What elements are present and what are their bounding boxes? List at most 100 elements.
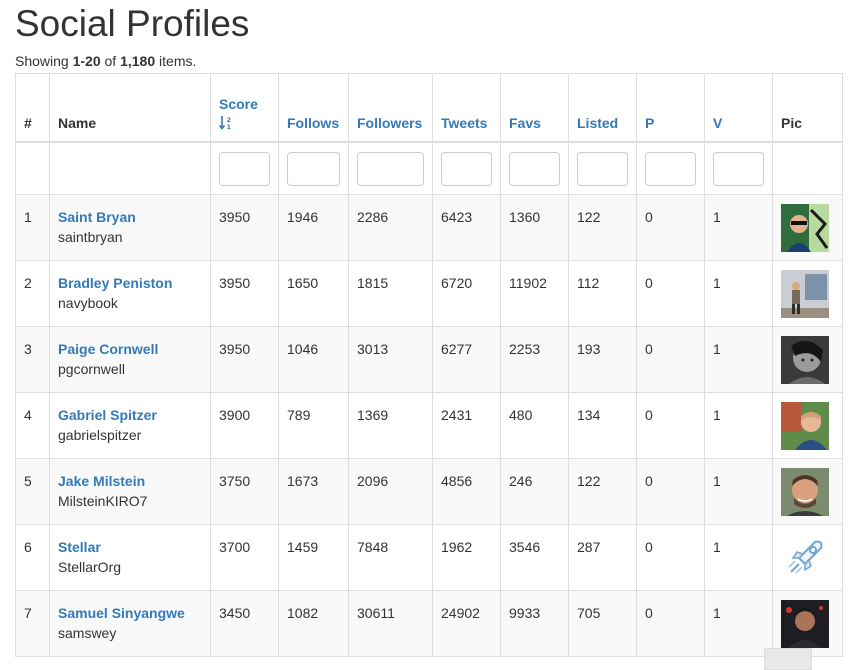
col-header-score[interactable]: Score 2 1	[210, 73, 279, 143]
filter-p-input[interactable]	[645, 151, 696, 186]
row-name-cell: Samuel Sinyangwe samswey	[49, 590, 211, 657]
partial-next-row-avatar	[764, 648, 812, 670]
row-follows: 1673	[278, 458, 349, 525]
row-listed: 122	[568, 458, 637, 525]
sort-follows-link[interactable]: Follows	[287, 115, 339, 131]
row-favs: 11902	[500, 260, 569, 327]
profile-name-link[interactable]: Stellar	[58, 537, 202, 557]
row-name-cell: Jake Milstein MilsteinKIRO7	[49, 458, 211, 525]
row-follows: 789	[278, 392, 349, 459]
col-header-v[interactable]: V	[704, 73, 773, 143]
row-num: 2	[15, 260, 50, 327]
table-row: 1 Saint Bryan saintbryan 3950 1946 2286 6…	[15, 194, 843, 261]
row-tweets: 6277	[432, 326, 501, 393]
filter-follows-input[interactable]	[287, 151, 340, 186]
summary-text: Showing 1-20 of 1,180 items.	[15, 53, 197, 69]
sort-v-link[interactable]: V	[713, 115, 722, 131]
sort-favs-link[interactable]: Favs	[509, 115, 541, 131]
profile-handle: navybook	[58, 295, 118, 311]
row-follows: 1946	[278, 194, 349, 261]
profile-name-link[interactable]: Gabriel Spitzer	[58, 405, 202, 425]
summary-range: 1-20	[72, 53, 101, 69]
row-name-cell: Saint Bryan saintbryan	[49, 194, 211, 261]
row-p: 0	[636, 194, 705, 261]
col-header-follows[interactable]: Follows	[278, 73, 349, 143]
filter-tweets-input[interactable]	[441, 151, 492, 186]
row-p: 0	[636, 590, 705, 657]
row-num: 6	[15, 524, 50, 591]
filter-followers-input[interactable]	[357, 151, 424, 186]
svg-text:1: 1	[227, 123, 232, 131]
row-followers: 2286	[348, 194, 433, 261]
profiles-table: # Name Score 2 1 Follows Followers Tweet…	[15, 73, 843, 657]
row-p: 0	[636, 458, 705, 525]
sort-followers-link[interactable]: Followers	[357, 115, 422, 131]
row-followers: 1815	[348, 260, 433, 327]
profile-name-link[interactable]: Jake Milstein	[58, 471, 202, 491]
row-followers: 3013	[348, 326, 433, 393]
row-follows: 1082	[278, 590, 349, 657]
profile-handle: samswey	[58, 625, 117, 641]
row-num: 1	[15, 194, 50, 261]
sort-score-link[interactable]: Score 2 1	[219, 96, 258, 131]
row-follows: 1046	[278, 326, 349, 393]
row-listed: 193	[568, 326, 637, 393]
row-listed: 134	[568, 392, 637, 459]
row-tweets: 1962	[432, 524, 501, 591]
row-num: 5	[15, 458, 50, 525]
col-header-tweets[interactable]: Tweets	[432, 73, 501, 143]
row-tweets: 2431	[432, 392, 501, 459]
row-favs: 1360	[500, 194, 569, 261]
row-listed: 112	[568, 260, 637, 327]
row-tweets: 6423	[432, 194, 501, 261]
sort-p-link[interactable]: P	[645, 115, 654, 131]
row-v: 1	[704, 590, 773, 657]
row-followers: 1369	[348, 392, 433, 459]
profile-handle: saintbryan	[58, 229, 123, 245]
row-favs: 2253	[500, 326, 569, 393]
row-score: 3950	[210, 194, 279, 261]
row-name-cell: Paige Cornwell pgcornwell	[49, 326, 211, 393]
profile-name-link[interactable]: Bradley Peniston	[58, 273, 202, 293]
filter-favs-input[interactable]	[509, 151, 560, 186]
row-follows: 1650	[278, 260, 349, 327]
sort-listed-link[interactable]: Listed	[577, 115, 618, 131]
profile-handle: pgcornwell	[58, 361, 125, 377]
profile-avatar[interactable]	[781, 336, 829, 384]
col-header-favs[interactable]: Favs	[500, 73, 569, 143]
row-p: 0	[636, 524, 705, 591]
row-listed: 122	[568, 194, 637, 261]
table-row: 3 Paige Cornwell pgcornwell 3950 1046 301…	[15, 326, 843, 393]
row-tweets: 24902	[432, 590, 501, 657]
profile-avatar[interactable]	[781, 204, 829, 252]
row-score: 3950	[210, 326, 279, 393]
row-score: 3700	[210, 524, 279, 591]
col-header-listed[interactable]: Listed	[568, 73, 637, 143]
profile-name-link[interactable]: Saint Bryan	[58, 207, 202, 227]
row-tweets: 4856	[432, 458, 501, 525]
profile-name-link[interactable]: Paige Cornwell	[58, 339, 202, 359]
row-v: 1	[704, 260, 773, 327]
row-p: 0	[636, 326, 705, 393]
profile-avatar[interactable]	[781, 270, 829, 318]
row-v: 1	[704, 326, 773, 393]
page-title: Social Profiles	[15, 3, 250, 44]
col-header-followers[interactable]: Followers	[348, 73, 433, 143]
col-header-num: #	[15, 73, 50, 143]
rocket-logo-icon[interactable]	[781, 534, 829, 582]
sort-tweets-link[interactable]: Tweets	[441, 115, 487, 131]
profile-name-link[interactable]: Samuel Sinyangwe	[58, 603, 202, 623]
filter-score-input[interactable]	[219, 151, 270, 186]
row-favs: 246	[500, 458, 569, 525]
row-v: 1	[704, 392, 773, 459]
col-header-p[interactable]: P	[636, 73, 705, 143]
filter-listed-input[interactable]	[577, 151, 628, 186]
profile-handle: gabrielspitzer	[58, 427, 142, 443]
profile-avatar[interactable]	[781, 402, 829, 450]
profile-avatar[interactable]	[781, 600, 829, 648]
row-followers: 30611	[348, 590, 433, 657]
filter-v-input[interactable]	[713, 151, 764, 186]
col-header-name: Name	[49, 73, 211, 143]
profile-avatar[interactable]	[781, 468, 829, 516]
row-score: 3450	[210, 590, 279, 657]
